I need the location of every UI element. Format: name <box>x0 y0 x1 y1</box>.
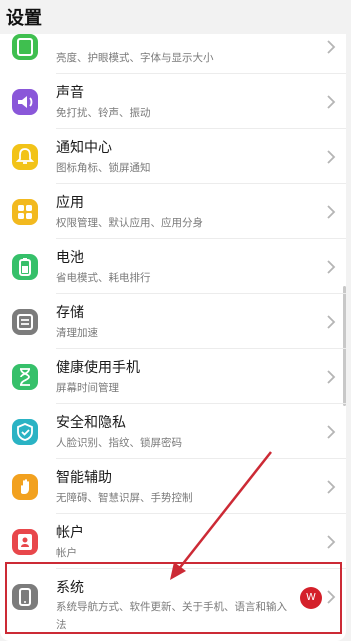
update-badge: W <box>300 587 322 609</box>
page-title: 设置 <box>6 8 42 29</box>
settings-screen: 设置 亮度、护眼模式、字体与显示大小 声音 免打扰、铃声、振动 通知中心 图标角标、锁屏… <box>0 0 351 641</box>
header: 设置 <box>0 0 351 34</box>
annotation-arrow <box>170 451 272 580</box>
